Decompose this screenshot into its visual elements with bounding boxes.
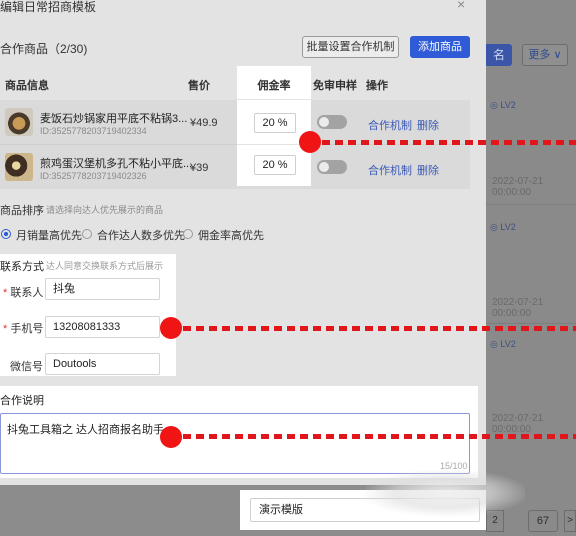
mechanism-link[interactable]: 合作机制: [368, 117, 412, 133]
free-sample-toggle[interactable]: [317, 115, 347, 129]
level-badge-text: LV2: [500, 100, 516, 110]
table-row: 煎鸡蛋汉堡机多孔不粘小平底... ID:3525778203719402326 …: [0, 145, 470, 189]
row-date: 2022-07-21 00:00:00: [492, 297, 544, 319]
background-more-button[interactable]: 更多 ∨: [522, 44, 568, 66]
commission-highlight: 佣金率 20 % 20 %: [237, 66, 311, 186]
cooperation-section-title: 合作说明: [0, 395, 44, 407]
sort-hint: 请选择向达人优先展示的商品: [46, 205, 164, 215]
annotation-dashed-line: [183, 326, 576, 331]
product-price: ¥49.9: [190, 117, 218, 129]
free-sample-toggle[interactable]: [317, 160, 347, 174]
table-row: 麦饭石炒锅家用平底不粘锅3... ID:3525778203719402334 …: [0, 100, 470, 144]
product-name: 麦饭石炒锅家用平底不粘锅3...: [40, 113, 188, 125]
cooperation-textarea[interactable]: 抖兔工具箱之 达人招商报名助手: [0, 413, 470, 474]
row-divider: [486, 204, 576, 205]
wechat-label: 微信号: [10, 361, 43, 373]
goods-section-title: 合作商品（2/30): [0, 42, 88, 56]
level-badge: ◎ LV2: [490, 100, 516, 110]
contact-person-label: * 联系人: [3, 284, 43, 300]
row-divider: [486, 323, 576, 324]
row-date: 2022-07-21 00:00:00: [492, 413, 544, 435]
row-date: 2022-07-21 00:00:00: [492, 176, 544, 198]
background-page: [486, 0, 576, 536]
sort-radio-sales[interactable]: [1, 229, 11, 239]
batch-set-mechanism-button[interactable]: 批量设置合作机制: [302, 36, 399, 58]
level-badge-text: LV2: [500, 339, 516, 349]
background-search-button[interactable]: 名: [486, 44, 512, 66]
required-mark: *: [3, 323, 8, 335]
contact-highlight: 联系方式 达人同意交换联系方式后展示 * 联系人 抖兔 * 手机号 132080…: [0, 254, 176, 376]
product-id: ID:3525778203719402334: [40, 126, 147, 136]
wechat-field[interactable]: Doutools: [45, 353, 160, 375]
sort-option-sales[interactable]: 月销量高优先: [16, 227, 82, 243]
column-header-free-sample: 免审申样: [313, 80, 357, 92]
annotation-dot: [160, 426, 182, 448]
product-price: ¥39: [190, 162, 209, 174]
product-thumbnail: [5, 153, 33, 181]
required-mark: *: [3, 287, 8, 299]
phone-field[interactable]: 13208081333: [45, 316, 160, 338]
annotation-dashed-line: [183, 434, 576, 439]
level-badge: ◎ LV2: [490, 222, 516, 232]
add-goods-button[interactable]: 添加商品: [410, 36, 470, 58]
pagination-page-number[interactable]: 67: [528, 510, 558, 532]
goods-table-header: [0, 68, 470, 98]
column-header-price: 售价: [188, 80, 210, 92]
commission-input[interactable]: 20 %: [254, 155, 296, 175]
sort-option-talent-count[interactable]: 合作达人数多优先: [97, 227, 185, 243]
sort-section-title: 商品排序: [0, 205, 44, 217]
column-header-actions: 操作: [366, 80, 388, 92]
divider: [237, 99, 311, 100]
delete-link[interactable]: 删除: [417, 162, 439, 178]
product-thumbnail: [5, 108, 33, 136]
contact-hint: 达人同意交换联系方式后展示: [46, 261, 164, 271]
cooperation-highlight: 合作说明 抖兔工具箱之 达人招商报名助手 15/100: [0, 386, 478, 478]
contact-section-title: 联系方式: [0, 261, 44, 273]
column-header-commission: 佣金率: [257, 80, 291, 92]
delete-link[interactable]: 删除: [417, 117, 439, 133]
contact-person-field[interactable]: 抖兔: [45, 278, 160, 300]
phone-label: * 手机号: [3, 320, 43, 336]
pagination-next[interactable]: >: [564, 510, 576, 532]
phone-label-text: 手机号: [10, 323, 44, 335]
blur-overlay: [365, 470, 525, 516]
contact-person-label-text: 联系人: [10, 287, 44, 299]
level-badge-text: LV2: [500, 222, 516, 232]
product-name: 煎鸡蛋汉堡机多孔不粘小平底...: [40, 158, 193, 170]
sort-radio-talent-count[interactable]: [82, 229, 92, 239]
level-badge: ◎ LV2: [490, 339, 516, 349]
annotation-dot: [299, 131, 321, 153]
modal-title: 编辑日常招商模板: [0, 0, 97, 14]
product-id: ID:3525778203719402326: [40, 171, 147, 181]
sort-radio-commission[interactable]: [183, 229, 193, 239]
annotation-dashed-line: [322, 140, 576, 145]
edit-template-modal: 编辑日常招商模板 × 合作商品（2/30) 批量设置合作机制 添加商品 商品信息…: [0, 0, 486, 485]
sort-option-commission[interactable]: 佣金率高优先: [198, 227, 264, 243]
annotation-dot: [160, 317, 182, 339]
mechanism-link[interactable]: 合作机制: [368, 162, 412, 178]
close-icon[interactable]: ×: [457, 0, 465, 12]
column-header-info: 商品信息: [5, 80, 49, 92]
commission-input[interactable]: 20 %: [254, 113, 296, 133]
